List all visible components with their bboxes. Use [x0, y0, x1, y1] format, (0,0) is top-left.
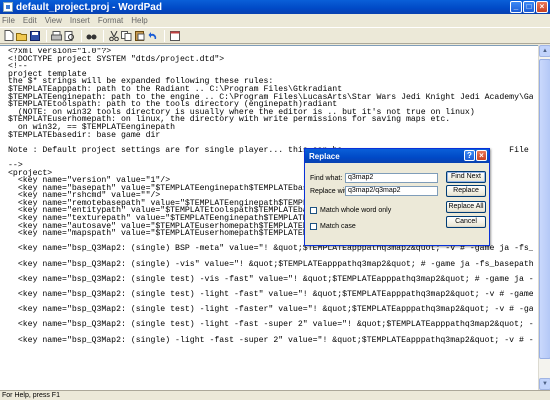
menu-view[interactable]: View: [45, 16, 62, 25]
open-icon[interactable]: [16, 30, 27, 41]
undo-icon[interactable]: [147, 30, 158, 41]
print-preview-icon[interactable]: [64, 30, 75, 41]
match-whole-word-checkbox[interactable]: Match whole word only: [310, 207, 391, 214]
checkbox-icon[interactable]: [310, 223, 317, 230]
toolbar-separator: [81, 29, 82, 42]
menu-bar: File Edit View Insert Format Help: [0, 14, 550, 27]
find-icon[interactable]: [86, 30, 97, 41]
replace-button[interactable]: Replace: [446, 185, 486, 197]
save-icon[interactable]: [29, 30, 40, 41]
menu-file[interactable]: File: [2, 16, 15, 25]
match-case-label: Match case: [320, 223, 356, 230]
cut-icon[interactable]: [108, 30, 119, 41]
scroll-up-arrow-icon[interactable]: ▲: [539, 45, 550, 57]
document-line: $TEMPLATEbasedir: base game dir: [8, 130, 161, 140]
scroll-thumb[interactable]: [539, 59, 550, 359]
replace-with-input[interactable]: q3map2/q3map2: [345, 186, 438, 196]
cancel-button[interactable]: Cancel: [446, 216, 486, 228]
match-case-checkbox[interactable]: Match case: [310, 223, 356, 230]
find-what-label: Find what:: [310, 175, 343, 182]
document-line: <key name="bsp_Q3Map2: (single test) -li…: [17, 305, 533, 315]
menu-format[interactable]: Format: [98, 16, 123, 25]
menu-help[interactable]: Help: [131, 16, 147, 25]
dialog-close-button[interactable]: ×: [476, 150, 487, 161]
toolbar-separator: [164, 29, 165, 42]
new-icon[interactable]: [3, 30, 14, 41]
maximize-button[interactable]: □: [523, 1, 535, 13]
toolbar-separator: [103, 29, 104, 42]
menu-insert[interactable]: Insert: [70, 16, 90, 25]
find-next-button[interactable]: Find Next: [446, 171, 486, 183]
checkbox-icon[interactable]: [310, 207, 317, 214]
document-line: <key name="bsp_Q3Map2: (single) -vis" va…: [17, 259, 533, 269]
document-line: <key name="bsp_Q3Map2: (single test) -li…: [17, 290, 533, 299]
wordpad-app-icon[interactable]: [3, 2, 13, 12]
window-title: default_project.proj - WordPad: [16, 1, 162, 13]
document-line: <!DOCTYPE project SYSTEM "dtds/project.d…: [8, 54, 225, 64]
toolbar-separator: [46, 29, 47, 42]
replace-all-button[interactable]: Replace All: [446, 201, 486, 213]
menu-edit[interactable]: Edit: [23, 16, 37, 25]
status-bar: For Help, press F1: [0, 390, 550, 400]
document-line: <key name="bsp_Q3Map2: (single) -light -…: [17, 335, 533, 345]
paste-icon[interactable]: [134, 30, 145, 41]
window-title-bar[interactable]: default_project.proj - WordPad _ □ ×: [0, 0, 550, 14]
copy-icon[interactable]: [121, 30, 132, 41]
document-line: <key name="bsp_Q3Map2: (single test) -vi…: [17, 274, 533, 284]
document-line: <key name="bsp_Q3Map2: (single test) -li…: [17, 320, 533, 330]
find-what-input[interactable]: q3map2: [345, 173, 438, 183]
print-icon[interactable]: [51, 30, 62, 41]
dialog-title-bar[interactable]: Replace ? ×: [305, 149, 489, 163]
minimize-button[interactable]: _: [510, 1, 522, 13]
toolbar: [0, 27, 550, 44]
document-line: <key name="bsp_Q3Map2: (single) BSP -met…: [17, 244, 533, 254]
match-whole-word-label: Match whole word only: [320, 207, 392, 214]
dialog-title: Replace: [309, 151, 340, 161]
date-time-icon[interactable]: [169, 30, 180, 41]
close-button[interactable]: ×: [536, 1, 548, 13]
scroll-down-arrow-icon[interactable]: ▼: [539, 378, 550, 390]
help-button[interactable]: ?: [464, 150, 475, 161]
replace-dialog: Replace ? × Find what: q3map2 Replace wi…: [304, 148, 490, 246]
vertical-scrollbar[interactable]: ▲ ▼: [538, 45, 550, 390]
